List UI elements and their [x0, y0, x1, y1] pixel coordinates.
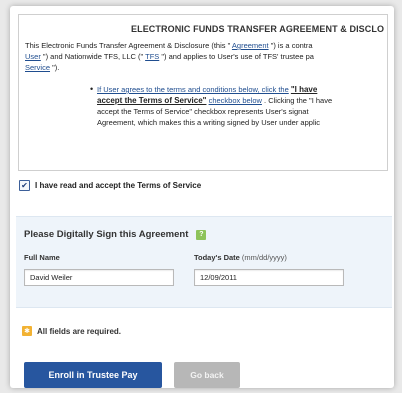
required-fields-text: All fields are required.	[37, 326, 122, 336]
agreement-bullet: • If User agrees to the terms and condit…	[25, 84, 387, 128]
enrollment-card: ELECTRONIC FUNDS TRANSFER AGREEMENT & DI…	[10, 6, 394, 388]
todays-date-input[interactable]: 12/09/2011	[194, 269, 344, 286]
accept-terms-row[interactable]: ✔ I have read and accept the Terms of Se…	[19, 180, 201, 191]
agreement-paragraph-line: Service ").	[25, 63, 60, 72]
go-back-button[interactable]: Go back	[174, 362, 240, 388]
help-icon[interactable]: ?	[196, 229, 207, 240]
agreement-link[interactable]: Agreement	[232, 41, 269, 50]
agreement-paragraph-line: This Electronic Funds Transfer Agreement…	[25, 41, 313, 50]
checkbox-below-link[interactable]: checkbox below	[209, 96, 262, 105]
bullet-dot-icon: •	[90, 84, 94, 94]
date-format-hint: (mm/dd/yyyy)	[241, 253, 287, 262]
required-star-icon: ✱	[22, 326, 32, 336]
todays-date-label: Today's Date (mm/dd/yyyy)	[194, 253, 287, 262]
full-name-input[interactable]: David Weiler	[24, 269, 174, 286]
accept-terms-checkbox[interactable]: ✔	[19, 180, 30, 191]
required-fields-note: ✱ All fields are required.	[22, 326, 121, 336]
checkmark-icon: ✔	[21, 181, 28, 190]
agreement-title: ELECTRONIC FUNDS TRANSFER AGREEMENT & DI…	[131, 24, 385, 34]
agreement-bullet-line: If User agrees to the terms and conditio…	[97, 85, 318, 94]
agreement-bullet-line: Agreement, which makes this a writing si…	[97, 118, 321, 127]
tfs-link[interactable]: TFS	[145, 52, 159, 61]
service-link[interactable]: Service	[25, 63, 50, 72]
agreement-paragraph-line: User ") and Nationwide TFS, LLC (" TFS "…	[25, 52, 314, 61]
terms-link[interactable]: If User agrees to the terms and conditio…	[97, 85, 289, 94]
scroll-fade	[19, 160, 387, 170]
user-link[interactable]: User	[25, 52, 41, 61]
signature-section-title: Please Digitally Sign this Agreement ?	[24, 229, 207, 240]
agreement-body: This Electronic Funds Transfer Agreement…	[25, 40, 387, 128]
agreement-bullet-line: accept the Terms of Service" checkbox re…	[97, 107, 309, 116]
full-name-label: Full Name	[24, 253, 60, 262]
digital-signature-panel: Please Digitally Sign this Agreement ? F…	[16, 216, 392, 308]
enroll-in-trustee-pay-button[interactable]: Enroll in Trustee Pay	[24, 362, 162, 388]
agreement-scroll-box[interactable]: ELECTRONIC FUNDS TRANSFER AGREEMENT & DI…	[18, 14, 388, 171]
agreement-bullet-line: accept the Terms of Service" checkbox be…	[97, 96, 333, 105]
accept-terms-label[interactable]: I have read and accept the Terms of Serv…	[35, 181, 201, 190]
